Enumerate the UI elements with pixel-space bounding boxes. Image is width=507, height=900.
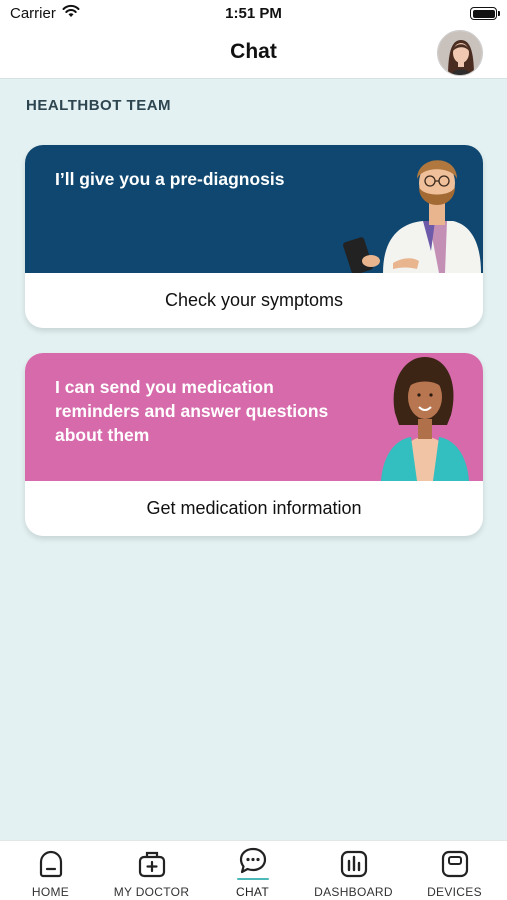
- symptom-checker-card[interactable]: I’ll give you a pre-diagnosis Check your…: [25, 145, 483, 328]
- tab-label: CHAT: [236, 885, 269, 899]
- card-banner: I’ll give you a pre-diagnosis: [25, 145, 483, 273]
- medical-bag-icon: [138, 851, 165, 878]
- avatar[interactable]: [437, 30, 483, 76]
- card-message: I’ll give you a pre-diagnosis: [55, 169, 285, 189]
- battery-icon: [470, 7, 500, 20]
- chat-icon: [239, 847, 266, 874]
- tab-label: DEVICES: [427, 885, 482, 899]
- medication-information-button[interactable]: Get medication information: [25, 481, 483, 536]
- home-icon: [39, 850, 62, 878]
- active-tab-indicator: [237, 878, 269, 880]
- bar-chart-icon: [340, 850, 367, 878]
- medication-info-card[interactable]: I can send you medication reminders and …: [25, 353, 483, 536]
- navigation-bar: Chat: [0, 28, 507, 79]
- page-title: Chat: [230, 40, 277, 63]
- section-title: HEALTHBOT TEAM: [26, 97, 172, 114]
- doctor-illustration-icon: [343, 160, 481, 273]
- tab-dashboard[interactable]: DASHBOARD: [303, 841, 404, 900]
- tab-chat[interactable]: CHAT: [202, 841, 303, 900]
- device-icon: [441, 850, 468, 878]
- tab-bar: HOME MY DOCTOR CHAT DASHBOARD DEVICES: [0, 840, 507, 900]
- card-message: I can send you medication reminders and …: [55, 377, 329, 445]
- profile-photo-icon: [438, 31, 482, 75]
- check-symptoms-button[interactable]: Check your symptoms: [25, 273, 483, 328]
- tab-label: DASHBOARD: [314, 885, 393, 899]
- tab-devices[interactable]: DEVICES: [404, 841, 505, 900]
- tab-label: MY DOCTOR: [113, 885, 190, 899]
- clock: 1:51 PM: [225, 5, 282, 22]
- card-banner: I can send you medication reminders and …: [25, 353, 483, 481]
- tab-home[interactable]: HOME: [0, 841, 101, 900]
- tab-my-doctor[interactable]: MY DOCTOR: [101, 841, 202, 900]
- tab-label: HOME: [31, 885, 70, 899]
- status-bar: Carrier 1:51 PM: [0, 0, 507, 28]
- pharmacist-illustration-icon: [381, 357, 469, 481]
